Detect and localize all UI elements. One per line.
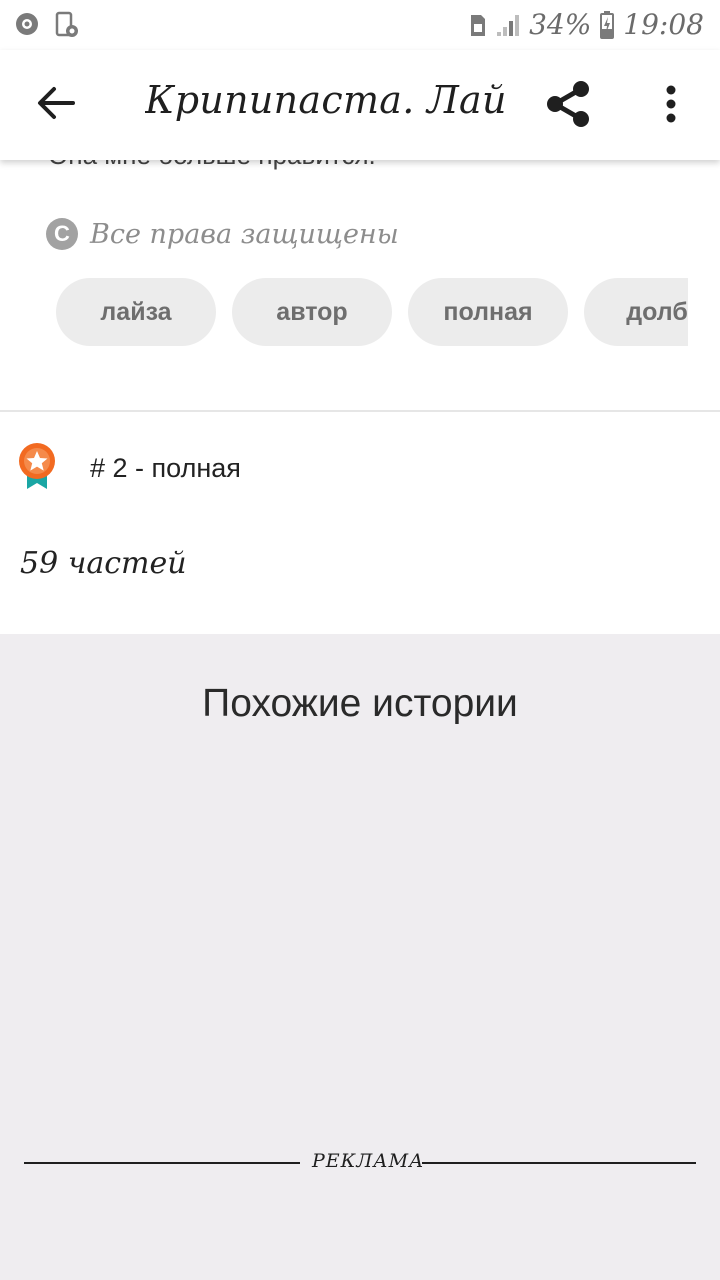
more-options-button[interactable] bbox=[648, 76, 694, 136]
rank-row[interactable]: # 2 - полная bbox=[18, 442, 241, 495]
copyright-text: Все права защищены bbox=[90, 218, 399, 250]
section-divider bbox=[0, 410, 720, 412]
phone-cast-icon bbox=[54, 11, 80, 39]
back-arrow-icon bbox=[37, 86, 75, 125]
clock: 19:08 bbox=[623, 8, 704, 41]
rank-badge-icon bbox=[18, 442, 56, 495]
more-vert-icon bbox=[665, 85, 677, 128]
rank-label: # 2 - полная bbox=[90, 453, 241, 483]
section-title: Похожие истории bbox=[202, 682, 518, 725]
signal-icon bbox=[495, 12, 521, 38]
tag-list: лайза автор полная долба bbox=[56, 278, 688, 346]
copyright-notice: C Все права защищены bbox=[46, 218, 399, 250]
shield-app-icon bbox=[14, 11, 40, 39]
tag-chip[interactable]: полная bbox=[408, 278, 568, 346]
battery-percent: 34% bbox=[529, 8, 592, 41]
sim-icon bbox=[469, 12, 487, 38]
tag-chip[interactable]: лайза bbox=[56, 278, 216, 346]
ad-line-left bbox=[24, 1162, 300, 1164]
tag-chip[interactable]: автор bbox=[232, 278, 392, 346]
app-bar: Крипипаста. Лайз... bbox=[0, 50, 720, 160]
ad-line-right bbox=[422, 1162, 696, 1164]
share-button[interactable] bbox=[538, 76, 598, 136]
battery-charging-icon bbox=[599, 10, 615, 39]
page-title: Крипипаста. Лайз... bbox=[145, 78, 505, 122]
share-icon bbox=[543, 79, 593, 134]
parts-count[interactable]: 59 частей bbox=[20, 546, 187, 581]
ad-label: РЕКЛАМА bbox=[312, 1150, 425, 1172]
copyright-icon: C bbox=[46, 218, 78, 250]
back-button[interactable] bbox=[28, 80, 84, 130]
similar-stories-section: Похожие истории РЕКЛАМА bbox=[0, 634, 720, 1280]
status-bar: 34% 19:08 bbox=[0, 0, 720, 50]
tag-chip[interactable]: долба bbox=[584, 278, 688, 346]
ad-separator: РЕКЛАМА bbox=[24, 1150, 696, 1176]
